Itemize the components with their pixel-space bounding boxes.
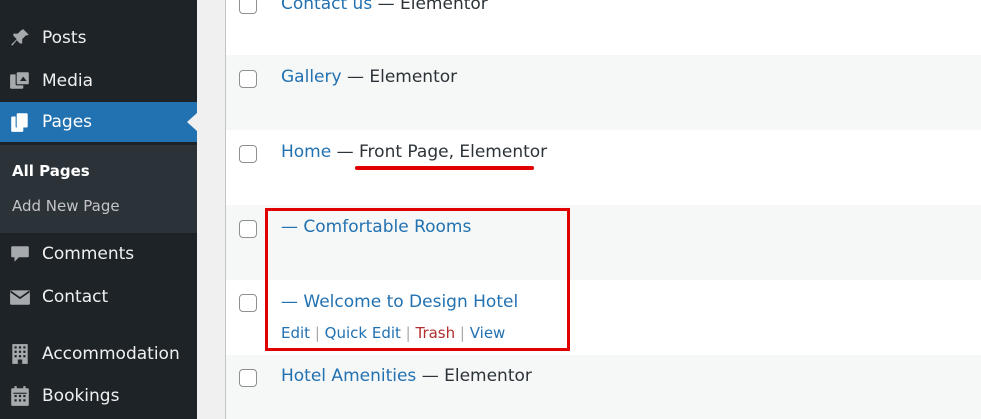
- menu-item-media[interactable]: Media: [0, 61, 197, 101]
- page-title-link[interactable]: Home: [281, 142, 331, 162]
- menu-item-bookings[interactable]: Bookings: [0, 376, 197, 416]
- row-title: Hotel Amenities — Elementor: [281, 366, 532, 386]
- table-row: Home — Front Page, Elementor: [226, 130, 981, 205]
- submenu-all-pages[interactable]: All Pages: [12, 162, 90, 180]
- post-state: — Elementor: [341, 67, 458, 87]
- pages-icon: [8, 110, 32, 134]
- table-row: Contact us — Elementor: [226, 0, 981, 55]
- row-title: Contact us — Elementor: [281, 0, 488, 14]
- row-checkbox[interactable]: [239, 220, 257, 238]
- row-checkbox[interactable]: [239, 0, 257, 14]
- annotation-underline: [355, 166, 534, 170]
- media-icon: [8, 69, 32, 93]
- pages-submenu: All Pages Add New Page: [0, 145, 197, 233]
- pin-icon: [8, 26, 32, 50]
- admin-sidebar: Posts Media Pages All Pages Add New Page…: [0, 0, 197, 419]
- comments-icon: [8, 242, 32, 266]
- menu-label-contact: Contact: [42, 287, 109, 307]
- post-state-separator: —: [331, 142, 360, 162]
- menu-label-bookings: Bookings: [42, 386, 120, 406]
- post-state: — Elementor: [372, 0, 488, 14]
- row-title: Home — Front Page, Elementor: [281, 142, 547, 162]
- menu-item-pages[interactable]: Pages: [0, 102, 197, 142]
- page-title-link[interactable]: Contact us: [281, 0, 372, 14]
- calendar-icon: [8, 384, 32, 408]
- menu-item-accommodation[interactable]: Accommodation: [0, 334, 197, 374]
- menu-item-comments[interactable]: Comments: [0, 234, 197, 274]
- current-menu-arrow: [187, 113, 197, 131]
- menu-label-pages: Pages: [42, 112, 93, 132]
- row-title: Gallery — Elementor: [281, 67, 457, 87]
- table-row: Gallery — Elementor: [226, 55, 981, 130]
- menu-label-accommodation: Accommodation: [42, 344, 180, 364]
- post-state: Front Page, Elementor: [359, 142, 548, 162]
- menu-item-posts[interactable]: Posts: [0, 18, 197, 58]
- envelope-icon: [8, 285, 32, 309]
- row-checkbox[interactable]: [239, 294, 257, 312]
- page-title-link[interactable]: Hotel Amenities: [281, 366, 416, 386]
- building-icon: [8, 342, 32, 366]
- menu-label-media: Media: [42, 71, 94, 91]
- submenu-add-new-page[interactable]: Add New Page: [12, 197, 120, 215]
- annotation-highlight-box: [265, 208, 570, 351]
- row-checkbox[interactable]: [239, 70, 257, 88]
- row-checkbox[interactable]: [239, 145, 257, 163]
- menu-label-comments: Comments: [42, 244, 135, 264]
- menu-item-contact[interactable]: Contact: [0, 277, 197, 317]
- menu-label-posts: Posts: [42, 28, 87, 48]
- row-checkbox[interactable]: [239, 369, 257, 387]
- page-title-link[interactable]: Gallery: [281, 67, 342, 87]
- table-row: Hotel Amenities — Elementor: [226, 355, 981, 419]
- post-state: — Elementor: [416, 366, 532, 386]
